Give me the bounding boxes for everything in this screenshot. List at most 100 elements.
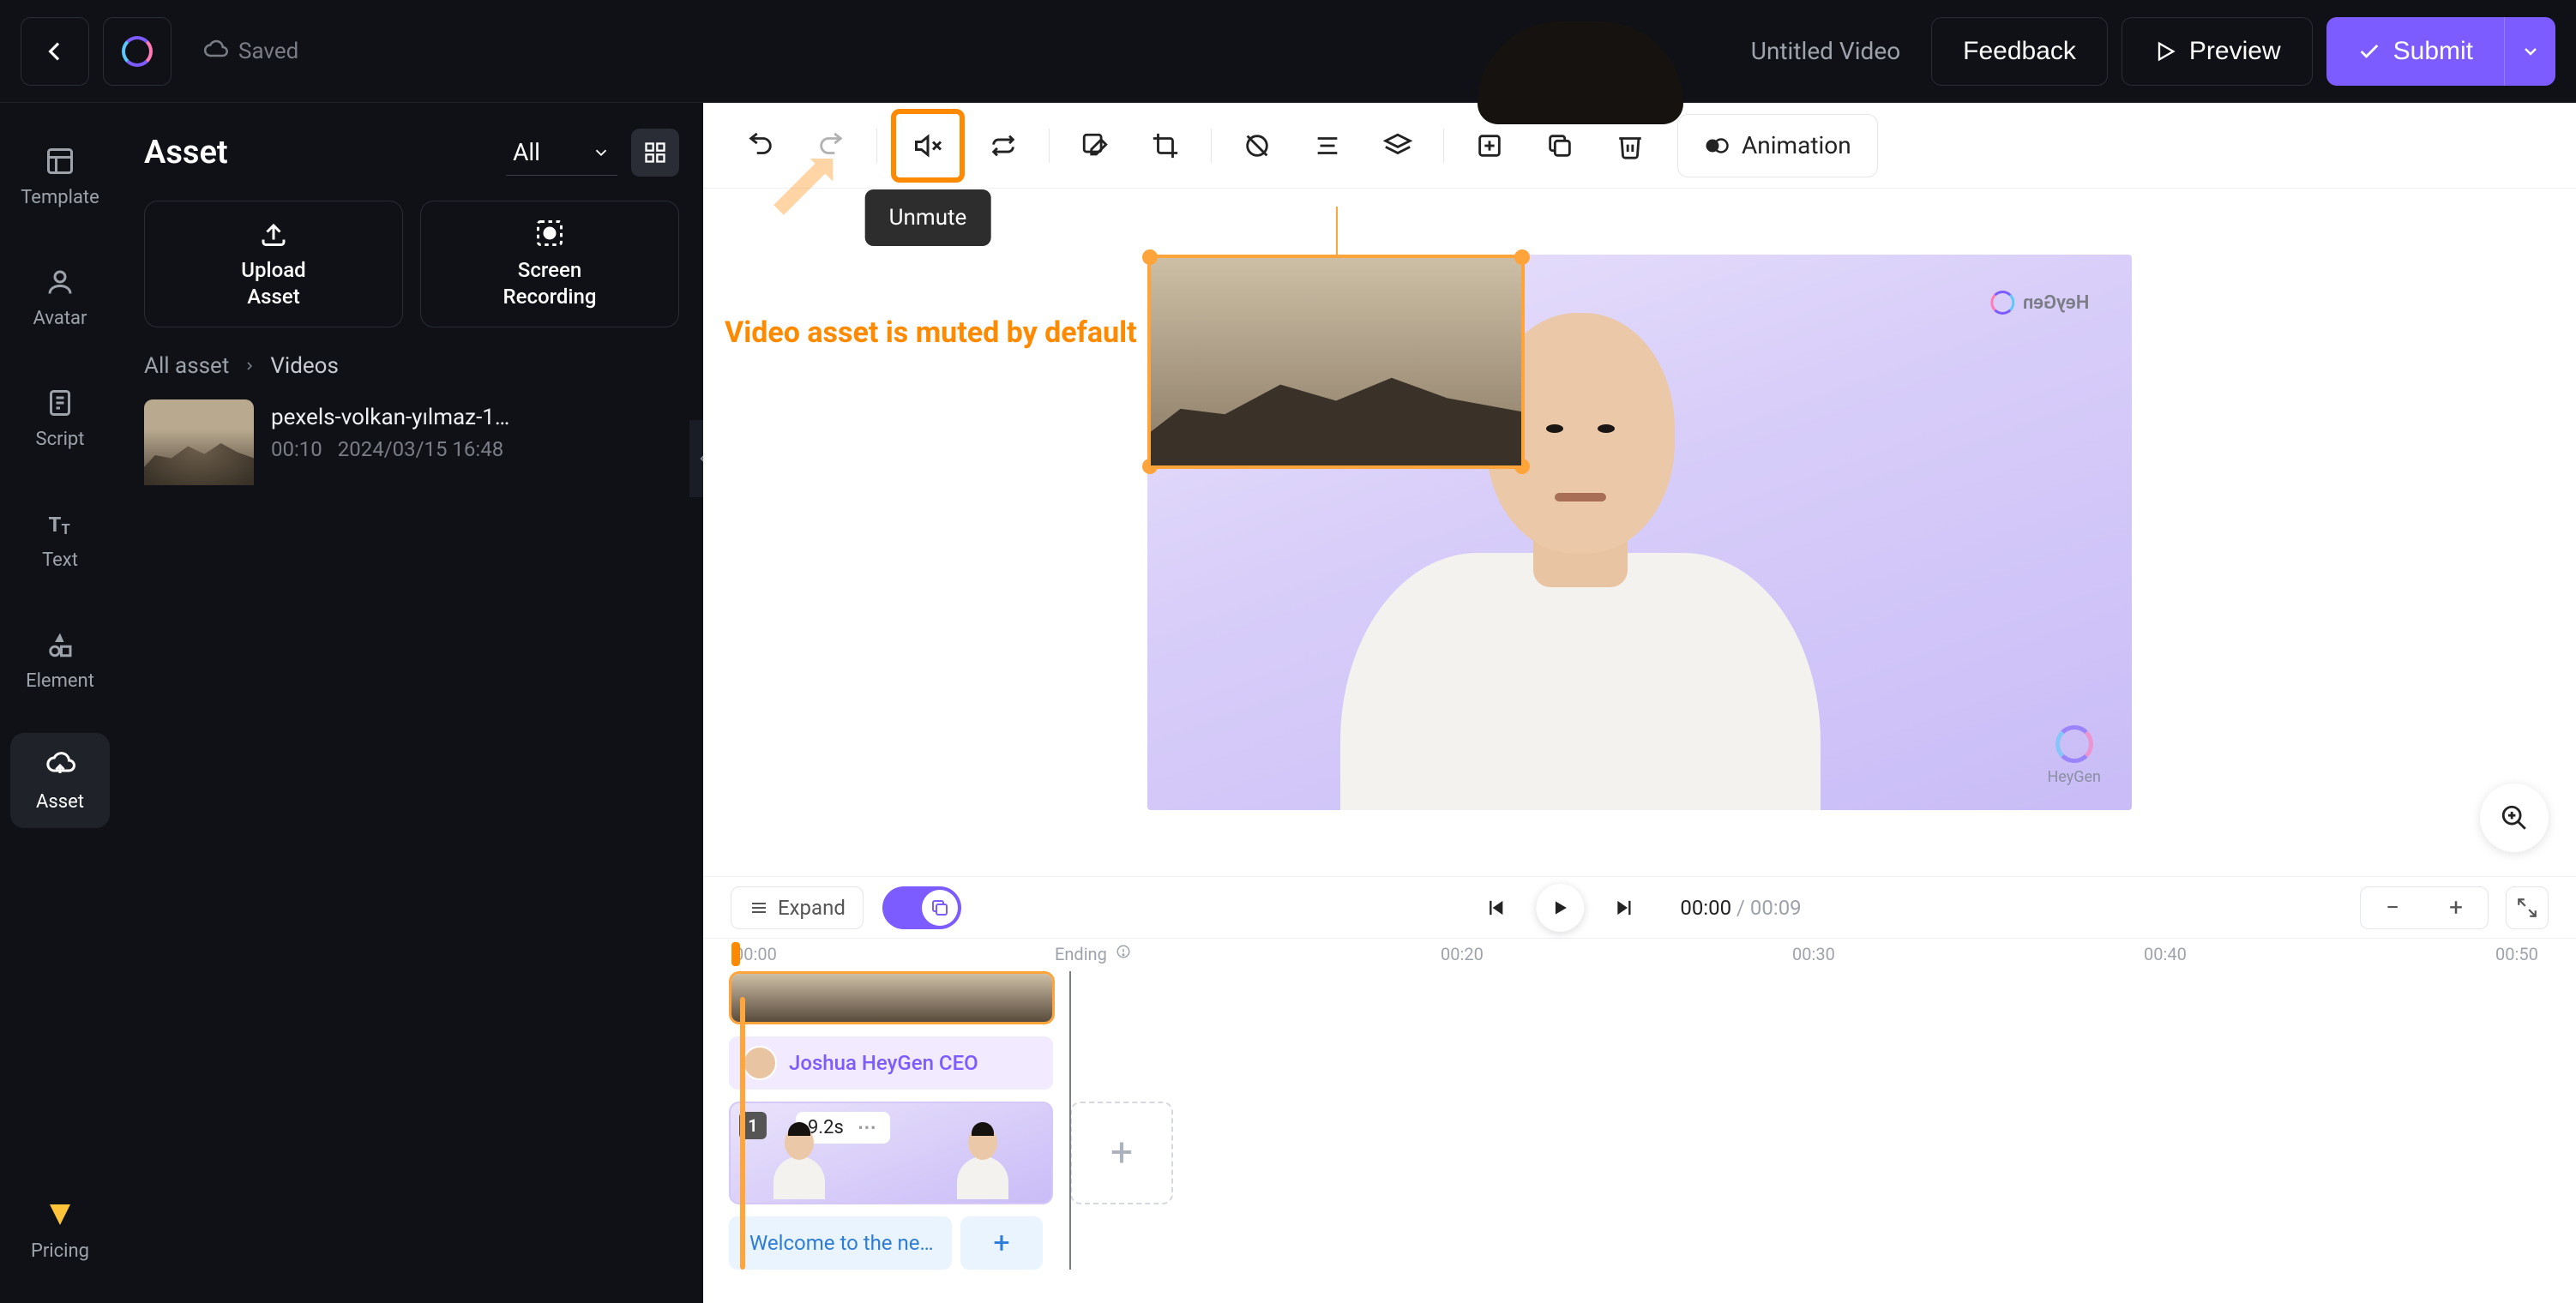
zoom-in-button[interactable]: +: [2449, 893, 2463, 922]
add-caption-button[interactable]: +: [960, 1216, 1043, 1270]
back-button[interactable]: [21, 17, 89, 86]
rail-script[interactable]: Script: [10, 370, 110, 465]
expand-label: Expand: [778, 896, 846, 920]
rail-pricing[interactable]: Pricing: [10, 1182, 110, 1277]
video-canvas[interactable]: HeyGen HeyGen: [1147, 255, 2132, 810]
unmute-tooltip: Unmute: [865, 189, 991, 246]
asset-item-date: 2024/03/15 16:48: [338, 437, 503, 461]
asset-breadcrumbs: All asset Videos: [144, 353, 679, 379]
watermark-bottom-icon: [2055, 725, 2093, 763]
watermark-bottom: HeyGen: [2047, 725, 2101, 786]
save-status: Saved: [202, 39, 298, 64]
edit-button[interactable]: [1063, 114, 1127, 177]
template-icon: [43, 144, 77, 178]
rail-avatar-label: Avatar: [33, 308, 87, 329]
rail-text-label: Text: [42, 549, 78, 571]
app-logo[interactable]: [103, 17, 172, 86]
submit-label: Submit: [2393, 37, 2473, 66]
timeline-video-track[interactable]: [729, 971, 1055, 1024]
scene-start-bar[interactable]: [740, 997, 745, 1270]
next-button[interactable]: [1604, 889, 1642, 927]
timeline-zoom-controls: − +: [2360, 886, 2489, 929]
timeline-toggle[interactable]: [882, 886, 961, 929]
element-icon: [43, 627, 77, 662]
submit-button[interactable]: Submit: [2326, 17, 2504, 86]
alignment-guide: [1336, 207, 1338, 258]
avatar-chip-icon: [743, 1046, 777, 1080]
pricing-icon: [43, 1198, 77, 1232]
time-total: 00:09: [1750, 896, 1802, 920]
video-title[interactable]: Untitled Video: [1751, 37, 1900, 65]
animation-button[interactable]: Animation: [1677, 114, 1878, 177]
feedback-button[interactable]: Feedback: [1931, 17, 2108, 86]
animation-label: Animation: [1742, 131, 1851, 159]
resize-handle-br[interactable]: [1514, 459, 1530, 474]
rail-template[interactable]: Template: [10, 129, 110, 224]
timeline-fit-button[interactable]: [2506, 886, 2549, 929]
screen-recording-button[interactable]: Screen Recording: [420, 201, 679, 327]
timeline-avatar-track[interactable]: Joshua HeyGen CEO: [729, 1036, 1053, 1090]
mute-highlight: Unmute: [891, 109, 965, 183]
submit-dropdown[interactable]: [2504, 17, 2555, 86]
mute-button[interactable]: [896, 114, 960, 177]
add-scene-button[interactable]: +: [1070, 1102, 1173, 1204]
ruler-0: 00:00: [734, 944, 777, 964]
preview-button[interactable]: Preview: [2122, 17, 2313, 86]
timeline-caption[interactable]: Welcome to the ne…: [729, 1216, 952, 1270]
canvas-zoom-button[interactable]: [2480, 784, 2549, 852]
scene-more-button[interactable]: ⋯: [858, 1117, 878, 1138]
asset-item-duration: 00:10: [271, 437, 322, 461]
rail-avatar[interactable]: Avatar: [10, 249, 110, 345]
redo-button[interactable]: [799, 114, 863, 177]
upload-asset-label: Upload Asset: [241, 257, 305, 310]
screen-recording-label: Screen Recording: [503, 257, 597, 310]
avatar-track-label: Joshua HeyGen CEO: [789, 1051, 978, 1075]
timeline-ruler[interactable]: 00:00 Ending 00:20 00:30 00:40 00:50: [720, 942, 2559, 968]
loop-button[interactable]: [972, 114, 1035, 177]
ruler-ending: Ending: [1055, 944, 1107, 964]
ruler-20: 00:20: [1441, 944, 1484, 964]
rail-pricing-label: Pricing: [31, 1240, 89, 1262]
align-button[interactable]: [1296, 114, 1359, 177]
rail-element-label: Element: [26, 670, 94, 692]
rail-asset[interactable]: Asset: [10, 733, 110, 828]
avatar-icon: [43, 265, 77, 299]
selected-video-asset[interactable]: [1147, 255, 1525, 469]
rail-asset-label: Asset: [36, 791, 84, 813]
caption-text: Welcome to the ne…: [749, 1231, 934, 1255]
rail-element[interactable]: Element: [10, 612, 110, 707]
layers-button[interactable]: [1366, 114, 1429, 177]
svg-text:T: T: [49, 513, 62, 537]
asset-filter-label: All: [513, 138, 540, 166]
svg-text:T: T: [62, 522, 70, 538]
upload-asset-button[interactable]: Upload Asset: [144, 201, 403, 327]
crumb-root[interactable]: All asset: [144, 353, 229, 379]
asset-view-toggle[interactable]: [631, 129, 679, 177]
zoom-out-button[interactable]: −: [2386, 893, 2399, 922]
opacity-button[interactable]: [1225, 114, 1289, 177]
asset-panel-title: Asset: [144, 134, 228, 171]
timeline-expand-button[interactable]: Expand: [731, 886, 864, 929]
script-icon: [43, 386, 77, 420]
prev-button[interactable]: [1478, 889, 1515, 927]
playhead[interactable]: [731, 942, 740, 966]
text-icon: TT: [43, 507, 77, 541]
timeline-cursor[interactable]: [1069, 971, 1071, 1270]
ruler-40: 00:40: [2144, 944, 2187, 964]
play-button[interactable]: [1536, 884, 1584, 932]
ruler-50: 00:50: [2495, 944, 2538, 964]
resize-handle-tr[interactable]: [1514, 249, 1530, 265]
resize-handle-tl[interactable]: [1142, 249, 1158, 265]
crop-button[interactable]: [1134, 114, 1197, 177]
timeline-scene-clip[interactable]: 1 9.2s ⋯: [729, 1102, 1053, 1204]
rail-text[interactable]: TT Text: [10, 491, 110, 586]
asset-video-item[interactable]: pexels-volkan-yılmaz-1… 00:10 2024/03/15…: [144, 399, 679, 485]
logo-icon: [122, 36, 153, 67]
watermark-logo-icon: [1990, 291, 2014, 315]
time-display: 00:00 / 00:09: [1680, 896, 1801, 920]
asset-filter-dropdown[interactable]: All: [506, 129, 617, 176]
resize-handle-bl[interactable]: [1142, 459, 1158, 474]
crumb-videos[interactable]: Videos: [270, 353, 339, 379]
preview-label: Preview: [2189, 37, 2281, 66]
feedback-label: Feedback: [1963, 37, 2076, 66]
